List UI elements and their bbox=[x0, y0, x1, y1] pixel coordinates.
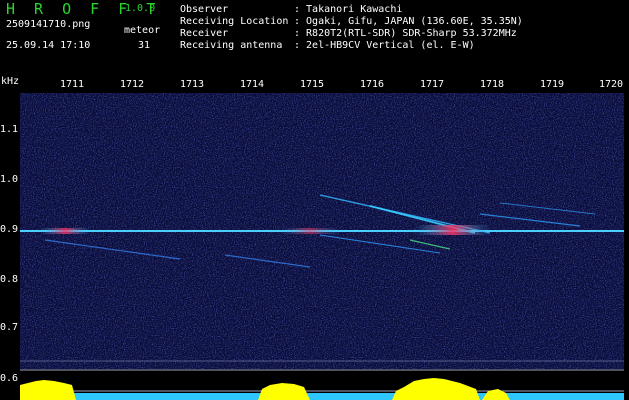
x-tick: 1712 bbox=[120, 79, 145, 90]
x-tick: 1716 bbox=[360, 79, 385, 90]
y-tick: 0.6 bbox=[0, 373, 19, 384]
meteor-label: meteor bbox=[124, 25, 161, 36]
receiver-row: Receiver : R820T2(RTL-SDR) SDR-Sharp 53.3… bbox=[180, 28, 517, 39]
app-version: 1.0.0 bbox=[125, 3, 156, 14]
level-burst bbox=[392, 378, 480, 400]
y-tick: 0.9 bbox=[0, 224, 19, 235]
antenna-row: Receiving antenna : 2el-HB9CV Vertical (e… bbox=[180, 40, 475, 51]
y-tick: 0.7 bbox=[0, 322, 19, 333]
echo-hotspot bbox=[280, 228, 340, 234]
datetime: 25.09.14 17:10 bbox=[6, 40, 91, 51]
antenna-value: : 2el-HB9CV Vertical (el. E-W) bbox=[294, 40, 475, 51]
observer-value: : Takanori Kawachi bbox=[294, 4, 403, 15]
level-burst bbox=[258, 383, 310, 400]
x-tick: 1719 bbox=[540, 79, 565, 90]
x-tick: 1718 bbox=[480, 79, 505, 90]
file-name: 2509141710.png bbox=[6, 19, 91, 30]
location-row: Receiving Location : Ogaki, Gifu, JAPAN (… bbox=[180, 16, 523, 27]
echo-hotspot bbox=[415, 225, 490, 235]
y-unit-label: kHz bbox=[1, 76, 20, 87]
level-burst bbox=[20, 380, 76, 400]
x-tick: 1715 bbox=[300, 79, 325, 90]
y-tick: 1.0 bbox=[0, 174, 19, 185]
observer-row: Observer : Takanori Kawachi bbox=[180, 4, 402, 15]
y-tick: 0.8 bbox=[0, 274, 19, 285]
echo-hotspot bbox=[40, 228, 90, 234]
location-key: Receiving Location bbox=[180, 16, 289, 27]
x-tick: 1717 bbox=[420, 79, 445, 90]
receiver-key: Receiver bbox=[180, 28, 229, 39]
level-strip-svg bbox=[20, 369, 624, 400]
x-tick: 1714 bbox=[240, 79, 265, 90]
observer-key: Observer bbox=[180, 4, 229, 15]
spectrogram bbox=[20, 93, 624, 369]
level-baseline bbox=[20, 393, 624, 400]
spectrogram-svg bbox=[20, 93, 624, 369]
antenna-key: Receiving antenna bbox=[180, 40, 283, 51]
level-strip bbox=[20, 369, 624, 400]
x-tick: 1720 bbox=[599, 79, 624, 90]
receiver-value: : R820T2(RTL-SDR) SDR-Sharp 53.372MHz bbox=[294, 28, 517, 39]
x-tick: 1711 bbox=[60, 79, 85, 90]
meteor-count: 31 bbox=[138, 40, 151, 51]
x-tick: 1713 bbox=[180, 79, 205, 90]
y-tick: 1.1 bbox=[0, 124, 19, 135]
location-value: : Ogaki, Gifu, JAPAN (136.60E, 35.35N) bbox=[294, 16, 523, 27]
